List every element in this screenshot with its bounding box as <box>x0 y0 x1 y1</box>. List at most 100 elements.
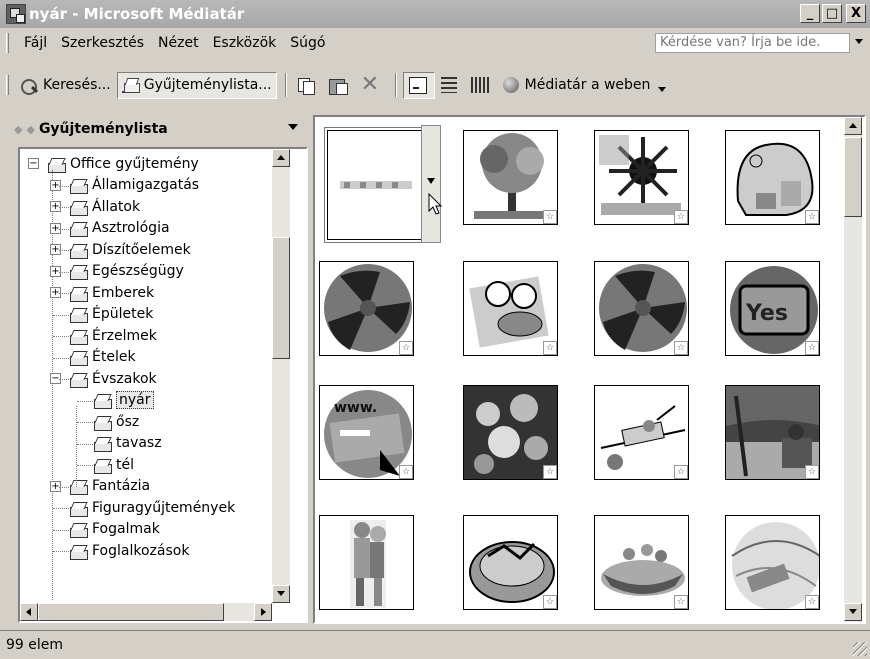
tree-item[interactable]: Állatok <box>70 196 140 217</box>
tree-vertical-scrollbar[interactable] <box>272 149 290 603</box>
gallery-scroll-down-button[interactable] <box>844 603 862 621</box>
menu-view[interactable]: Nézet <box>151 35 206 51</box>
tree-item[interactable]: Emberek <box>70 282 154 303</box>
collection-list-button[interactable]: Gyűjteménylista... <box>116 71 277 99</box>
toolbar-grip[interactable] <box>6 75 9 95</box>
collection-tree[interactable]: Office gyűjtemény − Államigazgatás + Állatok… <box>18 147 308 623</box>
help-question-input[interactable]: Kérdése van? Írja be ide. <box>655 33 850 53</box>
forward-arrow-icon[interactable]: ◆ <box>26 123 34 136</box>
h-scroll-thumb[interactable] <box>38 603 224 621</box>
folder-icon <box>70 544 88 560</box>
tree-item-label: Egészségügy <box>92 263 184 279</box>
clip-beach-ball-2[interactable]: ☆ <box>594 261 689 356</box>
gallery-scroll-up-button[interactable] <box>844 117 862 135</box>
search-button[interactable]: Keresés... <box>17 72 115 99</box>
tree-item[interactable]: Díszítőelemek <box>70 239 191 260</box>
clip-star-badge-icon: ☆ <box>543 341 557 355</box>
tree-item[interactable]: tél <box>94 454 134 475</box>
folder-icon <box>48 157 66 173</box>
clip-star-badge-icon: ☆ <box>543 210 557 224</box>
clip-couple-beach[interactable] <box>319 515 414 610</box>
list-icon <box>440 77 457 93</box>
paste-button[interactable] <box>325 72 355 99</box>
clip-sunbather[interactable]: ☆ <box>594 385 689 480</box>
clip-dropdown-button[interactable] <box>421 125 441 243</box>
clip-child-float[interactable]: ☆ <box>463 261 558 356</box>
clip-yes-sign[interactable]: Yes ☆ <box>725 261 820 356</box>
maximize-button[interactable]: □ <box>822 4 842 23</box>
tree-connector <box>53 529 69 531</box>
tree-connector <box>53 508 69 509</box>
menu-tools[interactable]: Eszközök <box>206 35 284 51</box>
tree-horizontal-scrollbar[interactable] <box>20 603 272 621</box>
clip-star-badge-icon: ☆ <box>805 210 819 224</box>
tree-item-label: Díszítőelemek <box>92 241 191 258</box>
close-button[interactable]: X <box>846 4 866 23</box>
tree-item[interactable]: Államigazgatás <box>70 175 199 196</box>
svg-text:Yes: Yes <box>745 301 788 326</box>
tree-item[interactable]: Fantázia <box>70 476 150 497</box>
clip-hammock[interactable]: ☆ <box>725 515 820 610</box>
scroll-down-button[interactable] <box>272 585 290 603</box>
clip-tree[interactable]: ☆ <box>463 130 558 225</box>
clip-border-strip[interactable] <box>324 127 432 243</box>
tree-item[interactable]: Office gyűjtemény <box>48 153 199 174</box>
thumbnails-view-button[interactable] <box>402 71 435 99</box>
clip-sun[interactable]: ☆ <box>594 130 689 225</box>
help-dropdown-arrow[interactable] <box>855 39 863 44</box>
pane-dropdown-arrow[interactable] <box>288 124 298 130</box>
menu-grip[interactable] <box>6 33 9 53</box>
tree-item[interactable]: Ételek <box>70 347 136 368</box>
clip-star-badge-icon: ☆ <box>674 595 688 609</box>
chevron-down-icon[interactable] <box>658 86 667 92</box>
clip-flowers[interactable]: ☆ <box>463 385 558 480</box>
tree-item[interactable]: Asztrológia <box>70 218 170 239</box>
tree-item[interactable]: tavasz <box>94 433 162 454</box>
clip-boat-people[interactable]: ☆ <box>594 515 689 610</box>
clip-beach-chair[interactable]: ☆ <box>725 385 820 480</box>
scroll-thumb[interactable] <box>272 237 290 359</box>
folder-icon <box>70 372 88 388</box>
tree-item[interactable]: Érzelmek <box>70 325 157 346</box>
tree-item[interactable]: Évszakok <box>70 368 157 389</box>
globe-icon <box>502 77 521 93</box>
details-view-button[interactable] <box>467 72 497 99</box>
gallery-vertical-scrollbar[interactable] <box>844 117 862 622</box>
clip-star-badge-icon: ☆ <box>543 595 557 609</box>
tree-item[interactable]: Egészségügy <box>70 261 184 282</box>
delete-button[interactable]: ✕ <box>357 72 387 99</box>
collection-list-button-label: Gyűjteménylista... <box>143 77 272 93</box>
minimize-button[interactable]: _ <box>800 4 820 23</box>
menu-help[interactable]: Súgó <box>283 35 332 51</box>
media-gallery-app-icon[interactable] <box>6 4 26 24</box>
clip-sandcastle[interactable]: ☆ <box>725 130 820 225</box>
clips-online-button[interactable]: Médiatár a weben <box>499 72 671 99</box>
gallery-scroll-thumb[interactable] <box>844 137 862 217</box>
list-view-button[interactable] <box>437 72 465 99</box>
folder-icon <box>94 415 112 431</box>
thumbnails-icon <box>408 77 427 94</box>
tree-item[interactable]: nyár <box>94 390 154 411</box>
clip-www-page[interactable]: www. ☆ <box>319 385 414 480</box>
tree-item[interactable]: Épületek <box>70 304 153 325</box>
tree-item[interactable]: Figuragyűjtemények <box>70 497 235 518</box>
tree-item-label: Államigazgatás <box>92 177 200 193</box>
clip-star-badge-icon: ☆ <box>399 465 413 479</box>
tree-item[interactable]: Foglalkozások <box>70 540 189 561</box>
tree-connector <box>77 443 93 445</box>
back-arrow-icon[interactable]: ◆ <box>14 123 22 136</box>
menu-edit[interactable]: Szerkesztés <box>54 35 151 51</box>
tree-item[interactable]: ősz <box>94 411 139 432</box>
scroll-left-button[interactable] <box>20 603 38 621</box>
menu-file[interactable]: Fájl <box>17 35 54 51</box>
scroll-right-button[interactable] <box>254 603 272 621</box>
tree-item[interactable]: Fogalmak <box>70 519 160 540</box>
clip-raft[interactable]: ☆ <box>463 515 558 610</box>
resize-grip[interactable] <box>853 642 867 656</box>
clip-beach-ball[interactable]: ☆ <box>319 261 414 356</box>
copy-icon <box>297 77 315 95</box>
copy-button[interactable] <box>293 72 323 99</box>
folder-icon <box>70 200 88 216</box>
scroll-up-button[interactable] <box>272 149 290 167</box>
collapse-icon[interactable]: − <box>28 158 39 169</box>
